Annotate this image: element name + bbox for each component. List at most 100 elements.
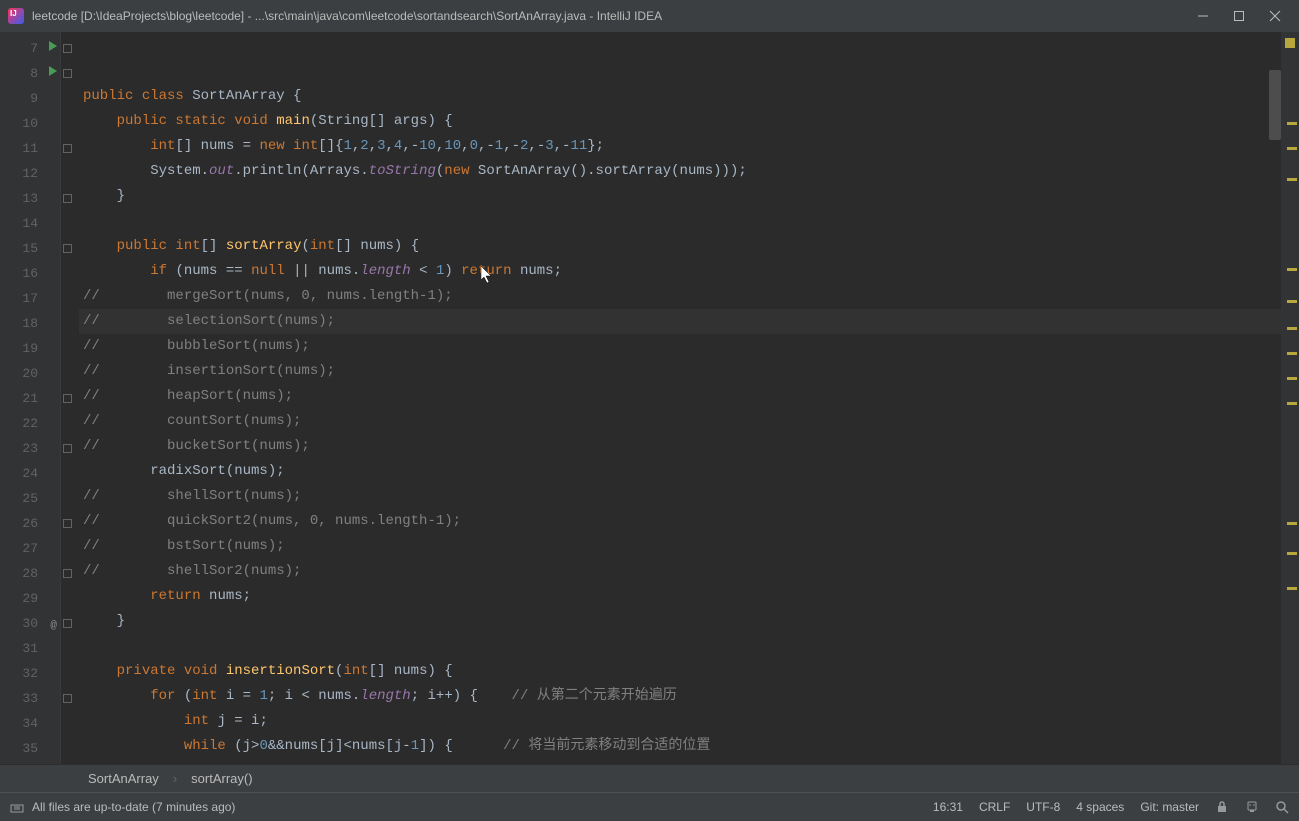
code-line[interactable]: int[] nums = new int[]{1,2,3,4,-10,10,0,… (79, 134, 1281, 159)
warning-marker[interactable] (1287, 327, 1297, 330)
fold-toggle-icon[interactable] (63, 394, 72, 403)
code-line[interactable]: // bstSort(nums); (79, 534, 1281, 559)
code-line[interactable]: // mergeSort(nums, 0, nums.length-1); (79, 284, 1281, 309)
line-number[interactable]: 10 (0, 111, 60, 136)
warning-marker[interactable] (1287, 122, 1297, 125)
cursor-position[interactable]: 16:31 (933, 800, 963, 814)
line-number[interactable]: 35 (0, 736, 60, 761)
ide-icon[interactable] (1245, 800, 1259, 814)
warning-marker[interactable] (1287, 352, 1297, 355)
search-icon[interactable] (1275, 800, 1289, 814)
code-line[interactable]: radixSort(nums); (79, 459, 1281, 484)
status-icon[interactable] (10, 800, 24, 814)
line-number[interactable]: 12 (0, 161, 60, 186)
line-number[interactable]: 33 (0, 686, 60, 711)
code-line[interactable]: // quickSort2(nums, 0, nums.length-1); (79, 509, 1281, 534)
indent-setting[interactable]: 4 spaces (1076, 800, 1124, 814)
editor[interactable]: 7891011121314151617181920212223242526272… (0, 32, 1299, 764)
warning-marker[interactable] (1287, 552, 1297, 555)
fold-toggle-icon[interactable] (63, 519, 72, 528)
code-line[interactable]: if (nums == null || nums.length < 1) ret… (79, 259, 1281, 284)
line-number[interactable]: 15 (0, 236, 60, 261)
line-number[interactable]: 27 (0, 536, 60, 561)
close-button[interactable] (1267, 8, 1283, 24)
run-icon[interactable] (49, 41, 57, 51)
code-line[interactable]: private void insertionSort(int[] nums) { (79, 659, 1281, 684)
fold-toggle-icon[interactable] (63, 694, 72, 703)
breadcrumb-class[interactable]: SortAnArray (88, 771, 159, 786)
line-number-gutter[interactable]: 7891011121314151617181920212223242526272… (0, 32, 61, 764)
code-line[interactable]: public static void main(String[] args) { (79, 109, 1281, 134)
titlebar[interactable]: leetcode [D:\IdeaProjects\blog\leetcode]… (0, 0, 1299, 32)
file-encoding[interactable]: UTF-8 (1026, 800, 1060, 814)
line-number[interactable]: 19 (0, 336, 60, 361)
fold-toggle-icon[interactable] (63, 619, 72, 628)
line-number[interactable]: 30@ (0, 611, 60, 636)
breadcrumb-method[interactable]: sortArray() (191, 771, 252, 786)
line-number[interactable]: 31 (0, 636, 60, 661)
line-number[interactable]: 29 (0, 586, 60, 611)
git-branch[interactable]: Git: master (1140, 800, 1199, 814)
warning-marker[interactable] (1287, 147, 1297, 150)
fold-toggle-icon[interactable] (63, 569, 72, 578)
line-number[interactable]: 18 (0, 311, 60, 336)
code-line[interactable]: // insertionSort(nums); (79, 359, 1281, 384)
line-number[interactable]: 14 (0, 211, 60, 236)
code-line[interactable]: // shellSor2(nums); (79, 559, 1281, 584)
code-line[interactable]: swap(nums, j, j: j-1); (79, 759, 1281, 764)
fold-toggle-icon[interactable] (63, 444, 72, 453)
code-line[interactable]: public int[] sortArray(int[] nums) { (79, 234, 1281, 259)
code-line[interactable]: } (79, 609, 1281, 634)
warning-marker[interactable] (1287, 402, 1297, 405)
line-separator[interactable]: CRLF (979, 800, 1010, 814)
fold-toggle-icon[interactable] (63, 244, 72, 253)
code-line[interactable]: // bubbleSort(nums); (79, 334, 1281, 359)
line-number[interactable]: 17 (0, 286, 60, 311)
code-area[interactable]: public class SortAnArray { public static… (79, 32, 1281, 764)
code-line[interactable]: // selectionSort(nums); (79, 309, 1281, 334)
code-line[interactable]: return nums; (79, 584, 1281, 609)
code-line[interactable]: // bucketSort(nums); (79, 434, 1281, 459)
warning-marker[interactable] (1287, 522, 1297, 525)
line-number[interactable]: 34 (0, 711, 60, 736)
line-number[interactable]: 24 (0, 461, 60, 486)
fold-toggle-icon[interactable] (63, 194, 72, 203)
line-number[interactable]: 28 (0, 561, 60, 586)
lock-icon[interactable] (1215, 800, 1229, 814)
scrollbar-thumb[interactable] (1269, 70, 1281, 140)
warning-marker[interactable] (1287, 178, 1297, 181)
code-line[interactable] (79, 209, 1281, 234)
line-number[interactable]: 23 (0, 436, 60, 461)
fold-toggle-icon[interactable] (63, 69, 72, 78)
inspection-indicator[interactable] (1285, 38, 1295, 48)
fold-gutter[interactable] (61, 32, 79, 764)
code-line[interactable]: // shellSort(nums); (79, 484, 1281, 509)
code-line[interactable]: // heapSort(nums); (79, 384, 1281, 409)
code-line[interactable]: while (j>0&&nums[j]<nums[j-1]) { // 将当前元… (79, 734, 1281, 759)
line-number[interactable]: 8 (0, 61, 60, 86)
code-line[interactable]: public class SortAnArray { (79, 84, 1281, 109)
line-number[interactable]: 25 (0, 486, 60, 511)
line-number[interactable]: 21 (0, 386, 60, 411)
fold-toggle-icon[interactable] (63, 44, 72, 53)
line-number[interactable]: 13 (0, 186, 60, 211)
run-icon[interactable] (49, 66, 57, 76)
line-number[interactable]: 32 (0, 661, 60, 686)
line-number[interactable]: 9 (0, 86, 60, 111)
maximize-button[interactable] (1231, 8, 1247, 24)
minimize-button[interactable] (1195, 8, 1211, 24)
code-line[interactable]: for (int i = 1; i < nums.length; i++) { … (79, 684, 1281, 709)
line-number[interactable]: 20 (0, 361, 60, 386)
fold-toggle-icon[interactable] (63, 144, 72, 153)
vertical-scrollbar[interactable] (1269, 32, 1281, 764)
line-number[interactable]: 11 (0, 136, 60, 161)
line-number[interactable]: 16 (0, 261, 60, 286)
code-line[interactable]: // countSort(nums); (79, 409, 1281, 434)
line-number[interactable]: 7 (0, 36, 60, 61)
warning-marker[interactable] (1287, 300, 1297, 303)
code-line[interactable]: int j = i; (79, 709, 1281, 734)
line-number[interactable]: 26 (0, 511, 60, 536)
line-number[interactable]: 22 (0, 411, 60, 436)
warning-marker[interactable] (1287, 268, 1297, 271)
warning-marker[interactable] (1287, 587, 1297, 590)
